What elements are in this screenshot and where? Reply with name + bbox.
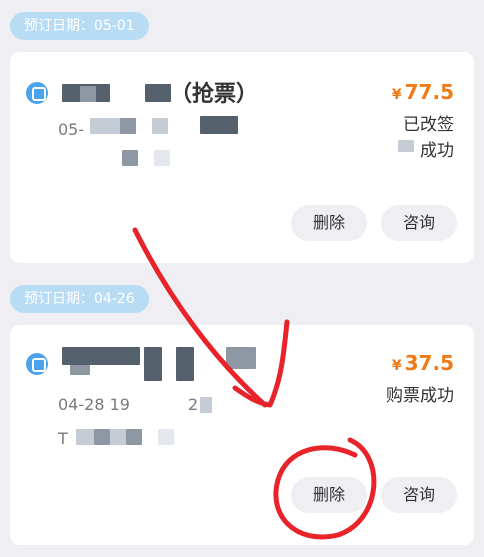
masked-passenger [76,429,94,445]
masked-train-info [144,347,162,381]
order-status-line2: 成功 [420,141,454,161]
masked-train-info [62,347,140,365]
masked-passenger [94,429,110,445]
train-icon [26,82,48,104]
delete-button[interactable]: 删除 [291,477,367,513]
masked-passenger [126,429,142,445]
passenger-info: T [58,429,68,448]
masked-train-info [80,86,96,102]
departure-time-part: 2 [188,395,199,414]
masked-train-info [145,84,171,102]
masked-passenger [154,150,170,166]
departure-time: 05- [58,120,85,139]
order-price: ¥37.5 [392,351,454,375]
consult-button[interactable]: 咨询 [381,477,457,513]
order-card[interactable]: （抢票） 05- ¥77.5 已改签 成功 删除 咨询 [10,52,474,263]
masked-time [120,118,136,134]
consult-button[interactable]: 咨询 [381,205,457,241]
delete-button[interactable]: 删除 [291,205,367,241]
departure-time: 04-28 19 [58,395,130,414]
masked-time [152,118,168,134]
order-status: 购票成功 [386,386,454,406]
price-value: 77.5 [404,80,454,104]
currency-symbol: ¥ [391,358,402,374]
order-date-pill: 预订日期：05-01 [10,12,149,40]
order-date-pill: 预订日期：04-26 [10,285,149,313]
masked-time [200,116,238,134]
masked-passenger [158,429,174,445]
masked-train-info [70,365,90,375]
price-value: 37.5 [404,351,454,375]
currency-symbol: ¥ [391,87,402,103]
train-icon [26,353,48,375]
masked-passenger [122,150,138,166]
order-status: 已改签 [403,115,454,135]
masked-status [398,140,414,152]
masked-train-info [226,347,256,369]
masked-passenger [110,429,126,445]
masked-train-info [176,347,194,381]
order-card[interactable]: 04-28 19 2 T ¥37.5 购票成功 删除 咨询 [10,325,474,545]
masked-time [200,397,212,413]
order-title: （抢票） [170,82,259,107]
order-price: ¥77.5 [392,80,454,104]
